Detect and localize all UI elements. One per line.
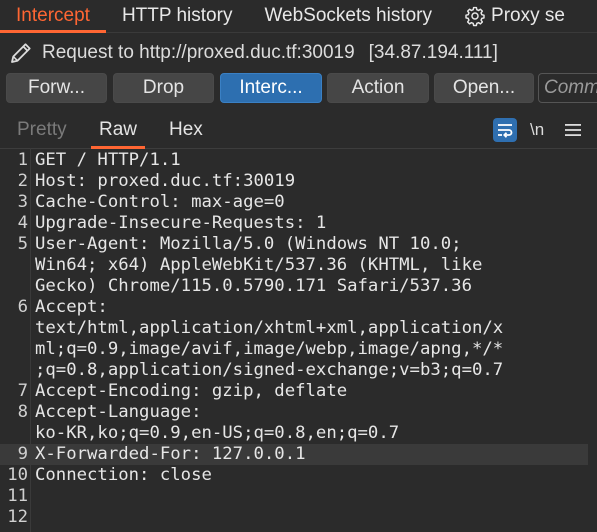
request-line-text: Gecko) Chrome/115.0.5790.171 Safari/537.… (35, 276, 472, 296)
intercept-toolbar: Forw... Drop Interc... Action Open... Co… (0, 73, 597, 105)
request-line: 7 Accept-Encoding: gzip, deflate (0, 381, 597, 402)
request-line: 4 Upgrade-Insecure-Requests: 1 (0, 213, 597, 234)
request-line-text: User-Agent: Mozilla/5.0 (Windows NT 10.0… (35, 234, 462, 254)
request-line: ;q=0.8,application/signed-exchange;v=b3;… (0, 360, 597, 381)
forward-button-label: Forw... (27, 77, 85, 98)
request-line-text: ;q=0.8,application/signed-exchange;v=b3;… (35, 360, 504, 380)
tab-http-history[interactable]: HTTP history (106, 0, 249, 32)
line-number: 12 (7, 507, 28, 527)
request-line: 9 X-Forwarded-For: 127.0.0.1 (0, 444, 588, 465)
forward-button[interactable]: Forw... (6, 73, 107, 103)
line-number: 6 (17, 297, 28, 317)
drop-button[interactable]: Drop (113, 73, 214, 103)
tab-websockets-history-label: WebSockets history (264, 5, 433, 26)
request-line: 8 Accept-Language: (0, 402, 597, 423)
request-line-text: Host: proxed.duc.tf:30019 (35, 171, 296, 191)
tab-pretty-label: Pretty (17, 119, 67, 140)
action-button[interactable]: Action (327, 73, 429, 103)
pencil-icon[interactable] (8, 40, 34, 66)
request-line-text: ml;q=0.9,image/avif,image/webp,image/apn… (35, 339, 504, 359)
drop-button-label: Drop (142, 77, 185, 98)
request-line: 10 Connection: close (0, 465, 597, 486)
request-line-text: X-Forwarded-For: 127.0.0.1 (35, 444, 306, 464)
request-line: Gecko) Chrome/115.0.5790.171 Safari/537.… (0, 276, 597, 297)
request-line-text: Accept: (35, 297, 108, 317)
open-browser-button[interactable]: Open... (434, 73, 534, 103)
request-line: ml;q=0.9,image/avif,image/webp,image/apn… (0, 339, 597, 360)
request-line-text: ko-KR,ko;q=0.9,en-US;q=0.8,en;q=0.7 (35, 423, 400, 443)
request-line: ko-KR,ko;q=0.9,en-US;q=0.8,en;q=0.7 (0, 423, 597, 444)
tab-pretty[interactable]: Pretty (17, 112, 67, 148)
burp-proxy-intercept-panel: Intercept HTTP history WebSockets histor… (0, 0, 597, 532)
line-number: 8 (17, 402, 28, 422)
request-target-url: Request to http://proxed.duc.tf:30019 (42, 42, 355, 63)
line-number: 11 (7, 486, 28, 506)
message-editor-header: Pretty Raw Hex \n (0, 112, 597, 149)
tab-http-history-label: HTTP history (121, 5, 233, 26)
request-line: 3 Cache-Control: max-age=0 (0, 192, 597, 213)
request-line-text: Accept-Language: (35, 402, 202, 422)
line-number: 3 (17, 192, 28, 212)
request-line: 6 Accept: (0, 297, 597, 318)
tab-hex-label: Hex (169, 119, 203, 140)
request-line: 2 Host: proxed.duc.tf:30019 (0, 171, 597, 192)
tab-proxy-settings-label: Proxy se (491, 5, 565, 26)
line-number: 1 (17, 150, 28, 170)
line-number: 7 (17, 381, 28, 401)
tab-websockets-history[interactable]: WebSockets history (248, 0, 448, 32)
action-button-label: Action (351, 77, 405, 98)
gear-icon (465, 6, 485, 27)
line-number: 9 (17, 444, 28, 464)
request-line-text: Upgrade-Insecure-Requests: 1 (35, 213, 327, 233)
line-number: 2 (17, 171, 28, 191)
wrap-lines-toggle[interactable] (493, 118, 517, 142)
request-line-text: Connection: close (35, 465, 212, 485)
line-number: 4 (17, 213, 28, 233)
show-newlines-toggle[interactable]: \n (530, 112, 544, 148)
request-line: 11 (0, 486, 597, 507)
request-line-text: Win64; x64) AppleWebKit/537.36 (KHTML, l… (35, 255, 483, 275)
request-line-text: text/html,application/xhtml+xml,applicat… (35, 318, 504, 338)
request-line: Win64; x64) AppleWebKit/537.36 (KHTML, l… (0, 255, 597, 276)
request-target-line: Request to http://proxed.duc.tf:30019 [3… (0, 36, 597, 70)
tab-raw[interactable]: Raw (90, 112, 146, 149)
tab-hex[interactable]: Hex (169, 112, 203, 148)
tab-raw-label: Raw (99, 119, 138, 140)
request-target-ip: [34.87.194.111] (368, 42, 498, 63)
tab-intercept[interactable]: Intercept (0, 0, 106, 33)
intercept-toggle-button[interactable]: Interc... (220, 73, 322, 103)
raw-request-editor[interactable]: 1 GET / HTTP/1.1 2 Host: proxed.duc.tf:3001… (0, 148, 597, 532)
wrap-lines-icon (498, 124, 513, 138)
open-browser-label: Open... (452, 77, 516, 98)
intercept-toggle-label: Interc... (239, 77, 303, 98)
request-line-text: GET / HTTP/1.1 (35, 150, 181, 170)
request-line-text: Cache-Control: max-age=0 (35, 192, 285, 212)
comment-placeholder: Comm (544, 77, 597, 98)
line-number: 5 (17, 234, 28, 254)
newline-label: \n (530, 120, 545, 139)
request-line: 5 User-Agent: Mozilla/5.0 (Windows NT 10.… (0, 234, 597, 255)
hamburger-menu-icon[interactable] (565, 123, 581, 137)
tab-intercept-label: Intercept (16, 5, 90, 26)
line-number: 10 (7, 465, 28, 485)
proxy-tabs: Intercept HTTP history WebSockets histor… (0, 0, 597, 33)
request-line: 1 GET / HTTP/1.1 (0, 150, 597, 171)
request-line-text: Accept-Encoding: gzip, deflate (35, 381, 348, 401)
request-line: text/html,application/xhtml+xml,applicat… (0, 318, 597, 339)
tab-proxy-settings[interactable]: Proxy se (448, 0, 581, 32)
request-line: 12 (0, 507, 597, 528)
comment-field[interactable]: Comm (538, 73, 597, 103)
